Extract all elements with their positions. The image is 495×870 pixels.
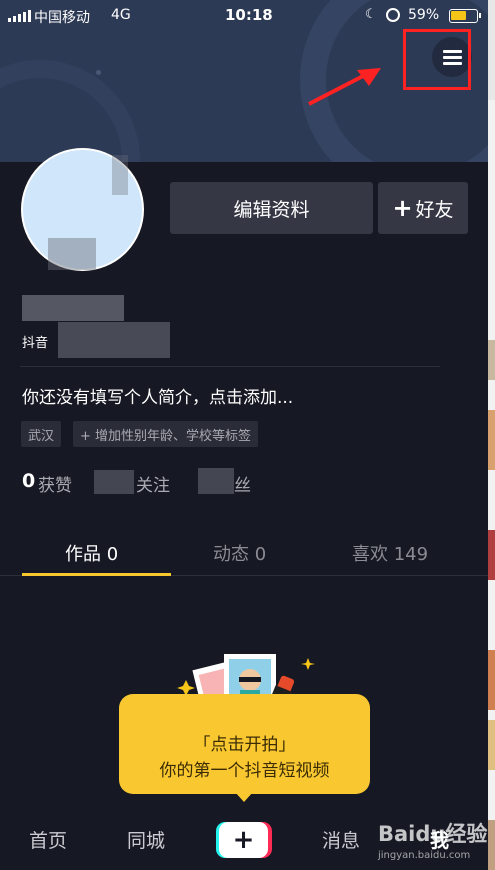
adjacent-page-strip [488, 0, 495, 870]
network-type: 4G [111, 7, 131, 23]
likes-label: 获赞 [38, 476, 72, 496]
add-friend-button[interactable]: + 好友 [378, 182, 468, 234]
blurred-username [22, 295, 124, 321]
blurred-user-id [58, 322, 170, 358]
add-tag-button[interactable]: + 增加性别年龄、学校等标签 [73, 421, 259, 447]
edit-profile-button[interactable]: 编辑资料 [170, 182, 373, 234]
user-id-prefix: 抖音 [22, 336, 49, 351]
location-tag[interactable]: 武汉 [21, 421, 62, 447]
likes-count: 0 [22, 470, 36, 492]
blurred-fans [198, 468, 234, 494]
tab-works[interactable]: 作品 0 [65, 540, 118, 566]
start-shooting-prompt[interactable]: 「点击开拍」 你的第一个抖音短视频 [119, 694, 370, 802]
annotation-arrow-icon [308, 68, 381, 106]
blurred-following-count [94, 470, 134, 494]
blurred-region [112, 155, 128, 195]
baidu-watermark-url: jingyan.baidu.com [378, 850, 471, 861]
nav-nearby[interactable]: 同城 [127, 826, 165, 853]
tab-activity[interactable]: 动态 0 [213, 540, 266, 566]
annotation-highlight-box [403, 29, 471, 90]
carrier-name: 中国移动 [34, 10, 90, 26]
battery-percent: 59% [408, 7, 440, 23]
add-friend-label: 好友 [415, 198, 454, 221]
nav-home[interactable]: 首页 [29, 826, 67, 853]
plus-icon: + [219, 822, 268, 858]
following-label[interactable]: 关注 [136, 471, 170, 496]
profile-tabs: 作品 0 动态 0 喜欢 149 [0, 520, 488, 576]
create-video-button[interactable]: + [216, 822, 272, 858]
banner-decoration [96, 70, 101, 75]
signal-icon [8, 10, 31, 22]
active-tab-indicator [22, 573, 171, 576]
prompt-subtitle: 你的第一个抖音短视频 [159, 761, 330, 781]
status-bar: 中国移动 4G 10:18 ☾ 59% [0, 0, 488, 32]
banner-decoration [0, 60, 140, 162]
plus-icon: + [392, 194, 413, 222]
clock: 10:18 [225, 6, 273, 24]
blurred-region [48, 238, 96, 270]
prompt-title: 「点击开拍」 [193, 735, 296, 755]
nav-messages[interactable]: 消息 [322, 826, 360, 853]
moon-icon: ☾ [365, 7, 377, 22]
rotation-lock-icon [386, 8, 400, 22]
divider [20, 366, 440, 367]
battery-icon [449, 9, 481, 23]
bio-text[interactable]: 你还没有填写个人简介，点击添加... [22, 383, 293, 408]
baidu-watermark: Baidu经验 [378, 822, 488, 846]
fans-label[interactable]: 丝 [234, 471, 251, 496]
profile-screen: 中国移动 4G 10:18 ☾ 59% 编辑资料 + 好友 抖音 你还没有填写个… [0, 0, 488, 870]
tab-likes[interactable]: 喜欢 149 [352, 540, 428, 566]
